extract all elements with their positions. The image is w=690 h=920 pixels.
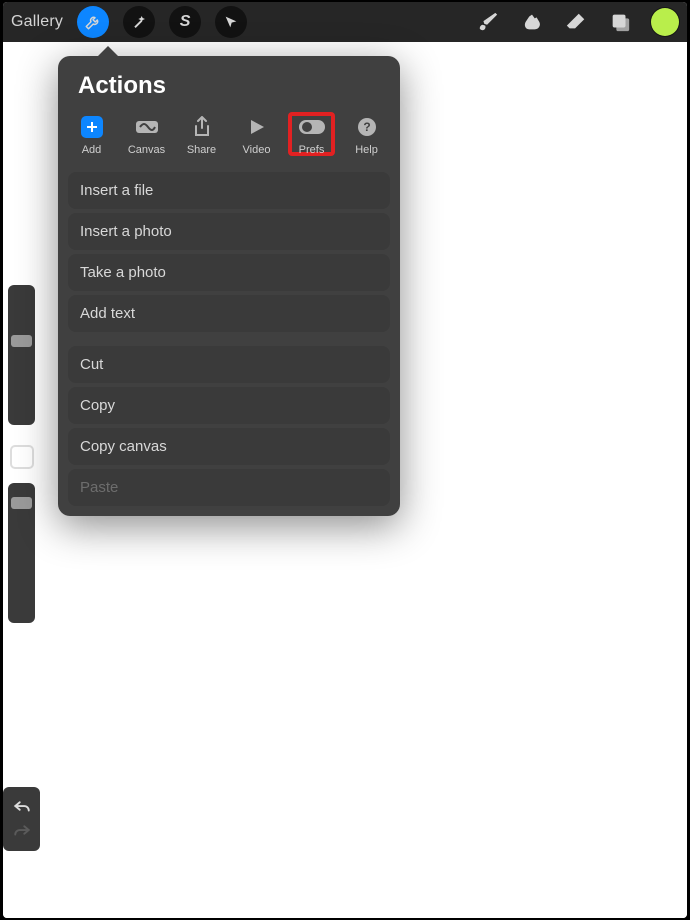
tab-add[interactable]: Add [68,112,115,156]
wrench-icon [80,9,106,35]
help-icon: ? [353,116,381,138]
eraser-tool[interactable] [563,9,589,35]
layers-button[interactable] [607,9,633,35]
top-toolbar: Gallery S [3,2,687,42]
menu-copy-canvas[interactable]: Copy canvas [68,428,390,465]
brush-tool[interactable] [475,9,501,35]
menu-copy[interactable]: Copy [68,387,390,424]
tab-prefs[interactable]: Prefs [288,112,335,156]
tab-label: Video [243,144,271,156]
canvas-icon [133,116,161,138]
menu-insert-photo[interactable]: Insert a photo [68,213,390,250]
modify-button[interactable] [10,445,34,469]
snake-icon: S [172,9,198,35]
tab-label: Add [82,144,102,156]
menu-add-text[interactable]: Add text [68,295,390,332]
brush-size-slider[interactable] [8,285,35,425]
actions-button[interactable] [77,6,109,38]
color-picker[interactable] [651,8,679,36]
side-toolbar [3,285,40,851]
brush-size-thumb[interactable] [11,335,32,347]
selection-button[interactable]: S [169,6,201,38]
undo-redo-group [3,787,40,851]
toggle-icon [298,116,326,138]
tab-canvas[interactable]: Canvas [123,112,170,156]
smudge-tool[interactable] [519,9,545,35]
share-icon [188,116,216,138]
tab-label: Share [187,144,216,156]
transform-button[interactable] [215,6,247,38]
undo-button[interactable] [13,795,31,819]
menu-take-photo[interactable]: Take a photo [68,254,390,291]
plus-icon [81,116,103,138]
redo-button[interactable] [13,819,31,843]
tab-label: Help [355,144,378,156]
actions-tabs: Add Canvas Share Video Prefs ? Help [58,104,400,172]
menu-insert-file[interactable]: Insert a file [68,172,390,209]
gallery-button[interactable]: Gallery [11,13,63,31]
tab-label: Canvas [128,144,165,156]
actions-menu-group-1: Insert a file Insert a photo Take a phot… [58,172,400,332]
svg-text:?: ? [363,120,370,134]
tab-share[interactable]: Share [178,112,225,156]
tab-video[interactable]: Video [233,112,280,156]
menu-cut[interactable]: Cut [68,346,390,383]
actions-menu-group-2: Cut Copy Copy canvas Paste [58,346,400,506]
popover-title: Actions [58,56,400,104]
tab-label: Prefs [299,144,325,156]
actions-popover: Actions Add Canvas Share Video Prefs [58,56,400,516]
opacity-slider[interactable] [8,483,35,623]
cursor-icon [218,9,244,35]
wand-icon [126,9,152,35]
menu-paste: Paste [68,469,390,506]
opacity-thumb[interactable] [11,497,32,509]
tab-help[interactable]: ? Help [343,112,390,156]
adjustments-button[interactable] [123,6,155,38]
play-icon [243,116,271,138]
